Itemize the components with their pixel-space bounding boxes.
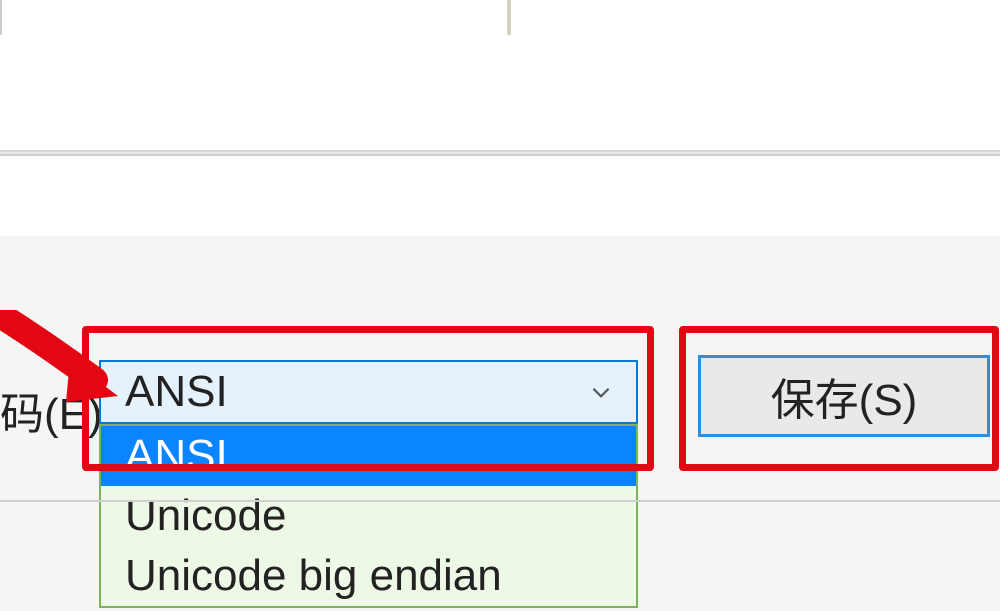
filebrowser-upper-area [0, 40, 1000, 150]
save-button-label: 保存(S) [771, 364, 918, 428]
encoding-option-unicode[interactable]: Unicode [101, 486, 636, 546]
panel-divider [0, 150, 1000, 156]
panel-divider-lower [0, 500, 1000, 502]
encoding-option-unicode-be[interactable]: Unicode big endian [101, 546, 636, 606]
thumbnail-row [0, 0, 1000, 40]
filename-row-area [0, 156, 1000, 236]
encoding-selected-value: ANSI [125, 367, 228, 417]
thumbnail-doc-icon [507, 0, 511, 35]
chevron-down-icon [584, 375, 618, 409]
encoding-label: 码(E): [0, 378, 115, 442]
encoding-option-ansi[interactable]: ANSI [101, 426, 636, 486]
save-button[interactable]: 保存(S) [698, 355, 990, 437]
thumbnail-image [0, 0, 2, 35]
encoding-dropdown-list[interactable]: ANSI Unicode Unicode big endian [99, 424, 638, 608]
encoding-combobox[interactable]: ANSI [99, 360, 638, 424]
